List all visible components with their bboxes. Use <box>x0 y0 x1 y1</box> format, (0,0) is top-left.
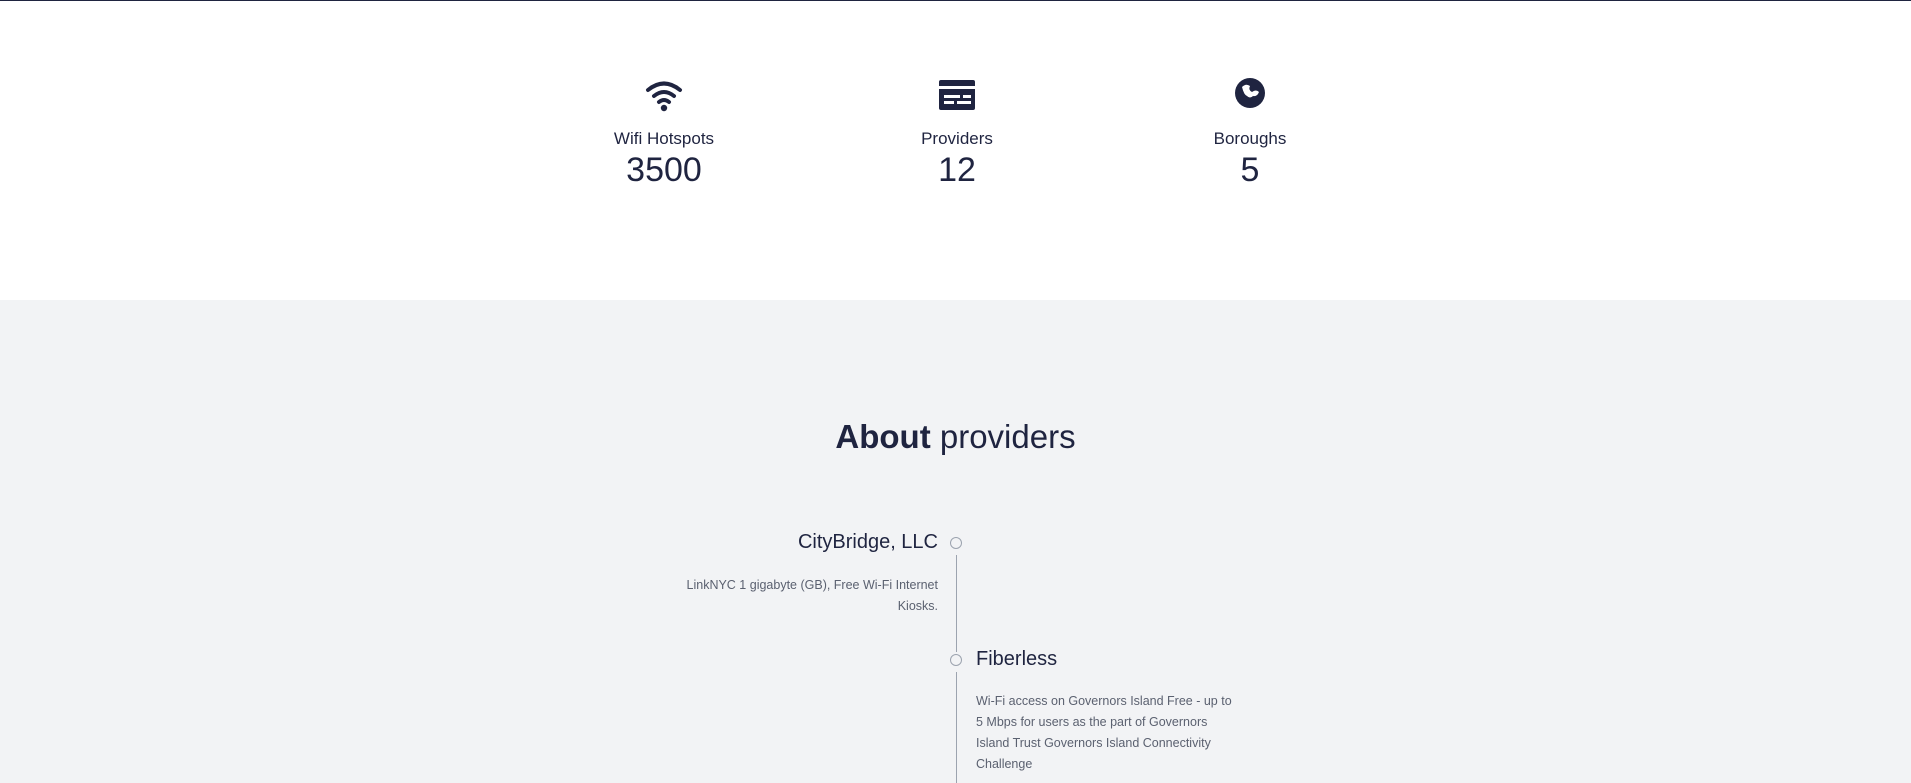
timeline-line <box>956 555 957 652</box>
stat-value: 3500 <box>626 151 702 189</box>
title-light: providers <box>939 418 1076 455</box>
provider-description: LinkNYC 1 gigabyte (GB), Free Wi-Fi Inte… <box>686 578 938 613</box>
title-bold: About <box>835 418 931 455</box>
provider-name: CityBridge, LLC <box>797 531 938 553</box>
stat-value: 12 <box>938 151 976 189</box>
wave-divider <box>0 310 1911 320</box>
stat-label: Boroughs <box>1213 129 1287 148</box>
globe-icon <box>1235 78 1265 108</box>
wifi-icon <box>646 81 682 112</box>
provider-name: Fiberless <box>976 648 1058 670</box>
stat-label: Wifi Hotspots <box>613 129 715 148</box>
stat-label: Providers <box>921 129 993 148</box>
timeline-line <box>956 672 957 783</box>
timeline-marker <box>950 537 962 549</box>
stat-value: 5 <box>1240 151 1260 189</box>
timeline-marker <box>950 654 962 666</box>
about-providers-title: About providers <box>0 418 1911 456</box>
credit-card-icon <box>939 80 975 110</box>
top-border <box>0 0 1911 1</box>
provider-description: Wi-Fi access on Governors Island Free - … <box>976 694 1232 771</box>
